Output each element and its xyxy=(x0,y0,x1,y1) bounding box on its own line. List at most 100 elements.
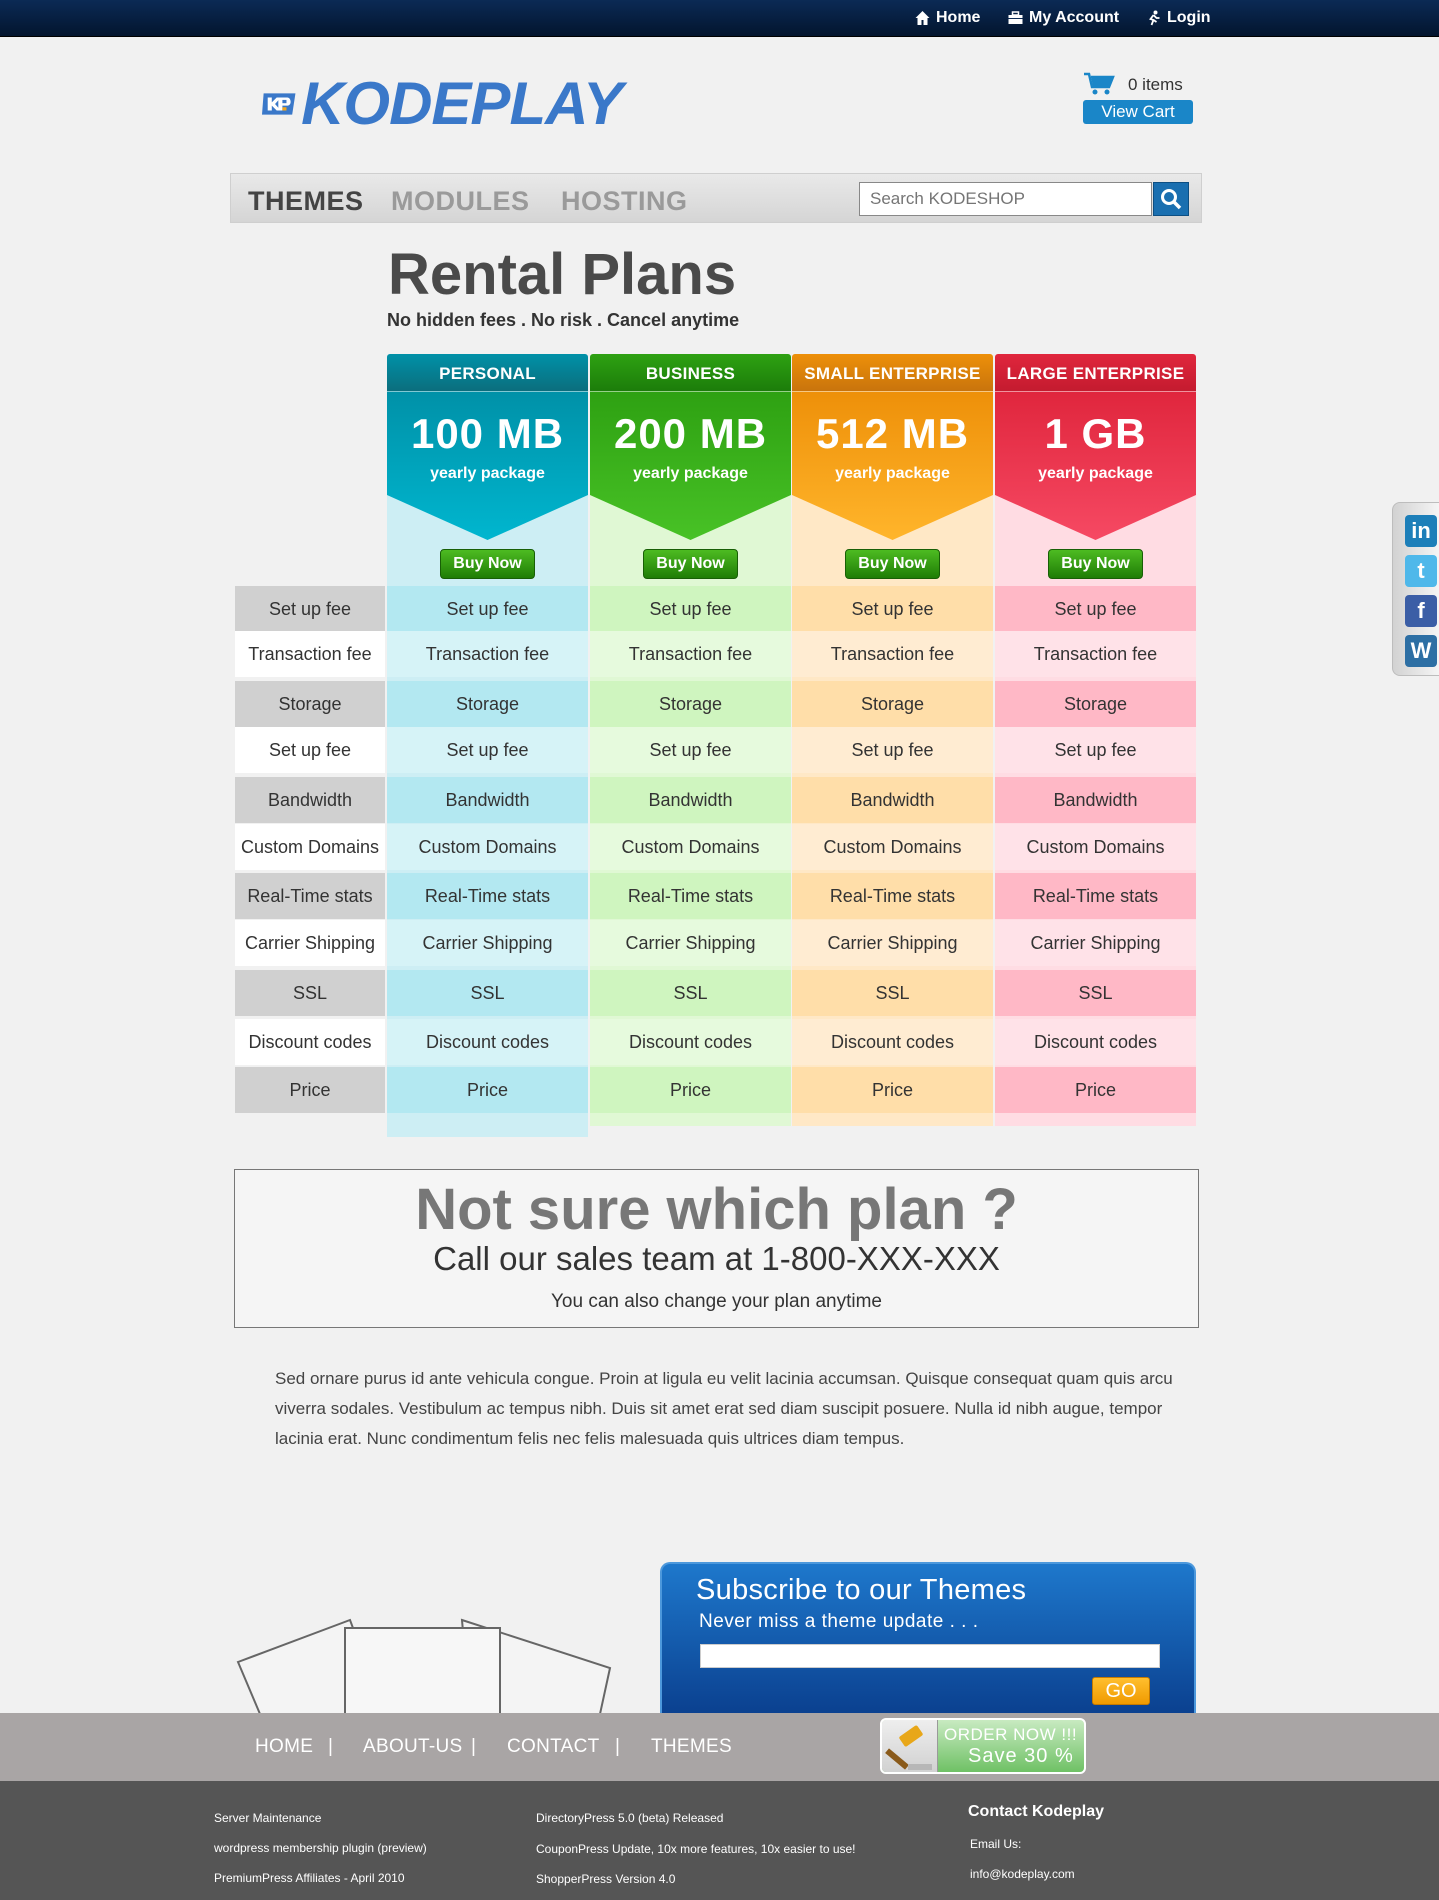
plan-feature-cell: Transaction fee xyxy=(995,631,1196,677)
theme-previews-illustration xyxy=(236,1618,612,1714)
plan-feature-cell: Set up fee xyxy=(590,586,791,632)
plan-feature-cell: Real-Time stats xyxy=(387,873,588,919)
plan-feature-cell: Storage xyxy=(995,681,1196,727)
footer-news-link[interactable]: Server Maintenance xyxy=(214,1811,321,1825)
footer-news-link[interactable]: ShopperPress Version 4.0 xyxy=(536,1872,675,1886)
order-now-label: ORDER NOW !!! xyxy=(944,1725,1078,1744)
plan-feature-cell: Carrier Shipping xyxy=(995,920,1196,966)
kodeplay-logo-icon xyxy=(262,93,296,115)
footer-nav-contact[interactable]: CONTACT xyxy=(507,1736,600,1758)
main-nav: THEMES MODULES HOSTING xyxy=(230,173,1202,223)
search-icon xyxy=(1161,189,1182,210)
plan-feature-cell: Set up fee xyxy=(387,586,588,632)
my-account-link[interactable]: My Account xyxy=(1007,9,1119,27)
runner-icon xyxy=(1149,10,1160,26)
wordpress-icon[interactable]: W xyxy=(1405,635,1437,667)
plan-feature-cell: SSL xyxy=(387,970,588,1016)
home-link[interactable]: Home xyxy=(914,9,980,27)
page-subtitle: No hidden fees . No risk . Cancel anytim… xyxy=(387,310,740,330)
subscribe-go-button[interactable]: GO xyxy=(1092,1677,1150,1705)
plan-storage: 200 MB xyxy=(613,410,768,457)
plan-feature-cell: Set up fee xyxy=(995,727,1196,773)
brand-logo[interactable]: KODEPLAY xyxy=(262,70,623,137)
footer-email-link[interactable]: info@kodeplay.com xyxy=(970,1867,1075,1881)
nav-hosting[interactable]: HOSTING xyxy=(561,186,688,217)
feature-label: Storage xyxy=(235,681,385,727)
plan-feature-cell: Transaction fee xyxy=(792,631,993,677)
plan-name: SMALL ENTERPRISE xyxy=(792,354,993,392)
plan-feature-cell: Transaction fee xyxy=(590,631,791,677)
page-title: Rental Plans xyxy=(388,242,737,307)
briefcase-icon xyxy=(1008,11,1023,24)
login-label: Login xyxy=(1167,9,1211,26)
plan-feature-cell: Custom Domains xyxy=(995,824,1196,870)
plan-storage: 1 GB xyxy=(1044,410,1147,457)
plan-feature-cell: Price xyxy=(387,1067,588,1113)
feature-label: Set up fee xyxy=(235,727,385,773)
search-button[interactable] xyxy=(1153,182,1189,216)
cart-icon[interactable] xyxy=(1083,72,1115,96)
twitter-icon[interactable]: t xyxy=(1405,555,1437,587)
search-input[interactable] xyxy=(859,182,1152,216)
buy-now-button[interactable]: Buy Now xyxy=(845,549,940,579)
plan-feature-cell: Carrier Shipping xyxy=(387,920,588,966)
feature-label: Real-Time stats xyxy=(235,873,385,919)
order-now-button[interactable]: ORDER NOW !!! Save 30 % xyxy=(880,1718,1086,1774)
facebook-icon[interactable]: f xyxy=(1405,595,1437,627)
my-account-label: My Account xyxy=(1029,9,1120,26)
plan-feature-cell: Set up fee xyxy=(792,586,993,632)
plan-feature-cell: Price xyxy=(590,1067,791,1113)
nav-themes[interactable]: THEMES xyxy=(248,186,364,217)
buy-now-button[interactable]: Buy Now xyxy=(643,549,738,579)
footer-nav-home[interactable]: HOME xyxy=(255,1736,313,1758)
plan-feature-cell: Custom Domains xyxy=(387,824,588,870)
plan-feature-cell: Set up fee xyxy=(590,727,791,773)
nav-modules[interactable]: MODULES xyxy=(391,186,530,217)
subscribe-title: Subscribe to our Themes xyxy=(696,1574,1027,1606)
help-title: Not sure which plan ? xyxy=(415,1177,1018,1242)
feature-label: Carrier Shipping xyxy=(235,920,385,966)
plan-feature-cell: Bandwidth xyxy=(792,777,993,823)
feature-label: Set up fee xyxy=(235,586,385,632)
plan-storage: 512 MB xyxy=(815,410,970,457)
plan-period: yearly package xyxy=(430,465,545,482)
footer-news-link[interactable]: DirectoryPress 5.0 (beta) Released xyxy=(536,1811,723,1825)
plan-feature-cell: Set up fee xyxy=(995,586,1196,632)
plan-feature-cell: Bandwidth xyxy=(387,777,588,823)
footer-nav-about[interactable]: ABOUT-US xyxy=(363,1736,463,1758)
plan-feature-cell: Bandwidth xyxy=(590,777,791,823)
body-text: Sed ornare purus id ante vehicula congue… xyxy=(275,1369,1173,1448)
plan-feature-cell: Discount codes xyxy=(387,1019,588,1065)
footer-news-link[interactable]: wordpress membership plugin (preview) xyxy=(214,1841,427,1855)
buy-now-button[interactable]: Buy Now xyxy=(440,549,535,579)
plan-feature-cell: SSL xyxy=(792,970,993,1016)
login-link[interactable]: Login xyxy=(1145,9,1211,27)
plan-feature-cell: Discount codes xyxy=(590,1019,791,1065)
feature-label: Custom Domains xyxy=(235,824,385,870)
footer-news-link[interactable]: PremiumPress Affiliates - April 2010 xyxy=(214,1871,405,1885)
plan-name: BUSINESS xyxy=(590,354,791,392)
view-cart-button[interactable]: View Cart xyxy=(1083,100,1193,124)
subscribe-email-input[interactable] xyxy=(700,1644,1160,1668)
feature-label: Price xyxy=(235,1067,385,1113)
feature-label: Transaction fee xyxy=(235,631,385,677)
linkedin-icon[interactable]: in xyxy=(1405,515,1437,547)
plan-feature-cell: Transaction fee xyxy=(387,631,588,677)
plan-feature-cell: Price xyxy=(995,1067,1196,1113)
plan-feature-cell: Real-Time stats xyxy=(590,873,791,919)
feature-label: SSL xyxy=(235,970,385,1016)
plan-name: PERSONAL xyxy=(387,354,588,392)
cart-item-count: 0 items xyxy=(1128,75,1183,94)
order-discount-label: Save 30 % xyxy=(968,1745,1074,1767)
brand-name: KODEPLAY xyxy=(301,70,623,137)
buy-now-button[interactable]: Buy Now xyxy=(1048,549,1143,579)
feature-label: Bandwidth xyxy=(235,777,385,823)
footer-nav: HOME | ABOUT-US | CONTACT | THEMES ORDER… xyxy=(0,1713,1439,1781)
plan-feature-cell: Real-Time stats xyxy=(792,873,993,919)
plan-storage: 100 MB xyxy=(410,410,565,457)
plan-feature-cell: Real-Time stats xyxy=(995,873,1196,919)
footer-nav-separator: | xyxy=(471,1736,476,1757)
footer-news-link[interactable]: CouponPress Update, 10x more features, 1… xyxy=(536,1842,856,1856)
footer-nav-themes[interactable]: THEMES xyxy=(651,1736,732,1758)
home-icon xyxy=(915,11,930,25)
